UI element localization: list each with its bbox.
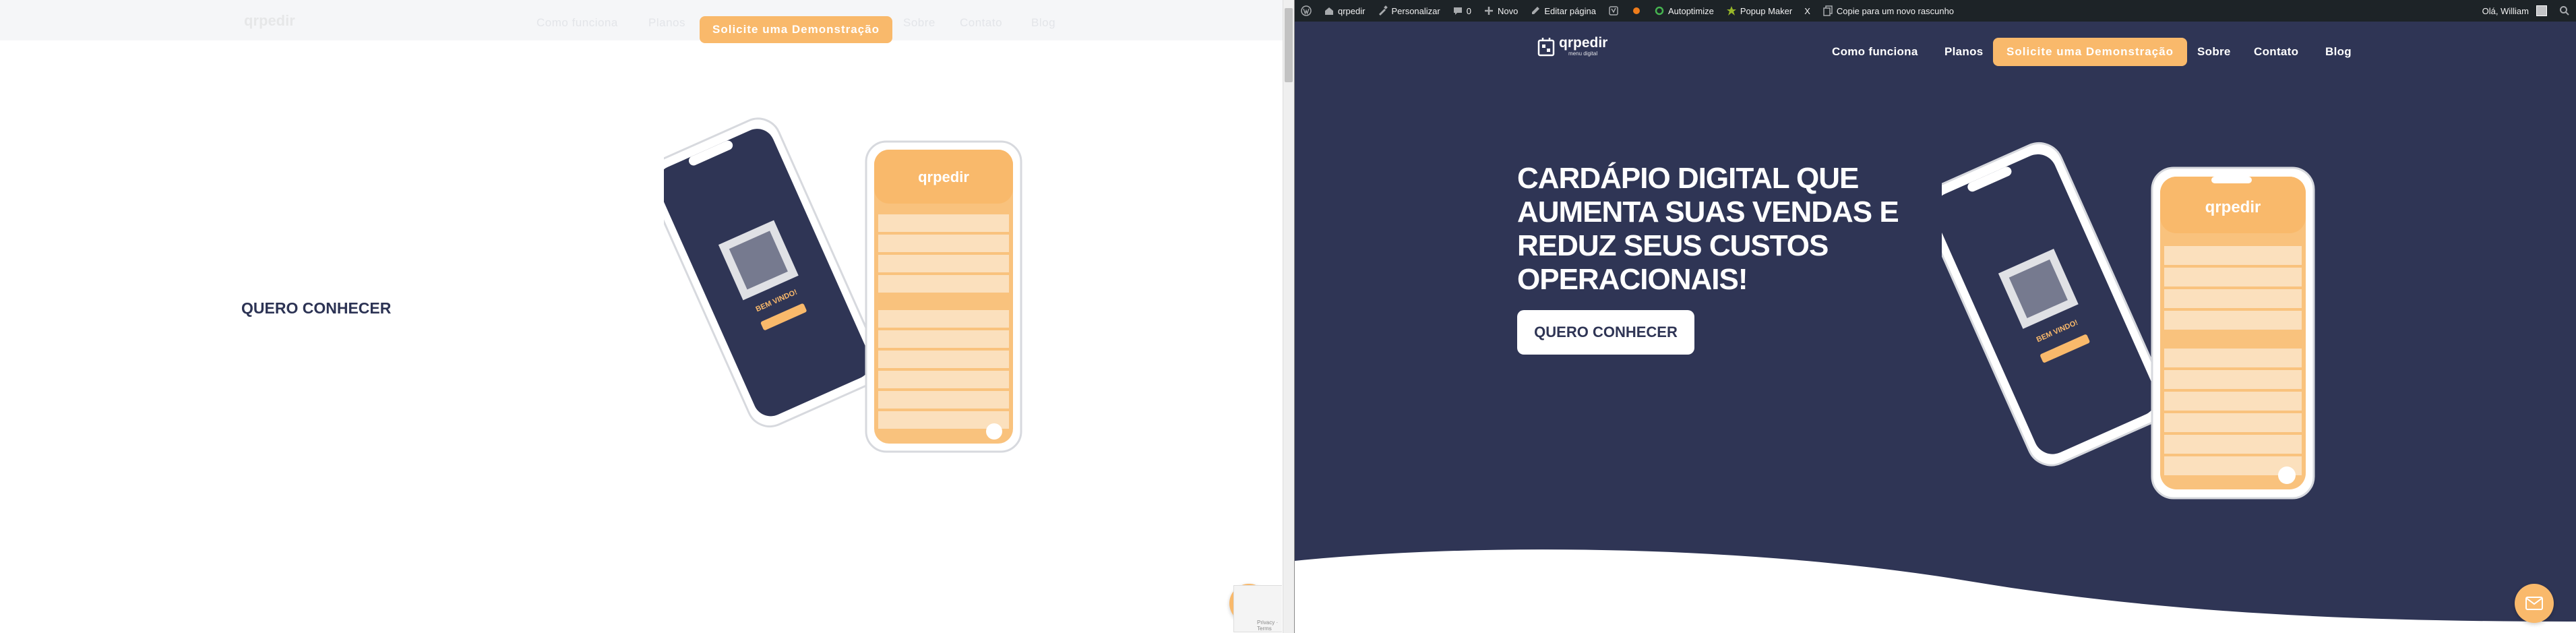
chat-bubble-button[interactable] [2515,584,2554,623]
left-nav-link[interactable]: Blog [1031,16,1055,30]
ab-edit-page-label: Editar página [1544,5,1596,16]
wp-logo-menu[interactable] [1295,0,1318,22]
copy-icon [1823,5,1833,16]
left-phones-mockup: BEM VINDO! qrpedir [664,117,1022,453]
ab-copy-draft-label: Copie para um novo rascunho [1836,5,1955,16]
search-icon [2560,6,2569,16]
hero-headline: CARDÁPIO DIGITAL QUE AUMENTA SUAS VENDAS… [1517,162,1899,296]
ab-popup-maker[interactable]: Popup Maker [1720,0,1798,22]
left-demo-cta-button[interactable]: Solicite uma Demonstração [700,16,892,43]
ab-greeting: Olá, William [2482,5,2529,16]
site-logo-subtitle: menu digital [1568,50,1598,57]
left-phone-logo-text: qrpedir [918,169,969,185]
left-nav-link[interactable]: Planos [648,16,685,30]
hero-wave-divider [1295,549,2576,633]
yoast-icon [1609,6,1618,16]
left-quero-conhecer-link[interactable]: QUERO CONHECER [241,299,391,318]
ab-new-label: Novo [1497,5,1519,16]
left-nav-label: Planos [648,16,685,29]
left-site-header: qrpedir Como funciona Planos Sobre Conta… [0,0,1284,40]
brush-icon [1379,5,1388,16]
ab-customize[interactable]: Personalizar [1371,0,1446,22]
site-logo[interactable]: qrpedir menu digital [1537,36,1607,57]
ab-search[interactable] [2553,0,2576,22]
site-logo-text: qrpedir [1559,34,1608,51]
status-dot-icon [1632,7,1640,14]
left-nav-link[interactable]: Como funciona [536,16,618,30]
nav-sobre[interactable]: Sobre [2197,45,2231,59]
wordpress-logo-icon [1301,5,1312,16]
pencil-icon [1532,7,1540,14]
nav-contato[interactable]: Contato [2254,45,2298,59]
home-icon [1325,7,1333,15]
ab-x-label: X [1804,5,1810,16]
phones-mockup: BEM VINDO! qrpedir [1942,142,2315,500]
mail-icon [2525,597,2543,610]
left-nav-link[interactable]: Sobre [903,16,936,30]
nav-planos[interactable]: Planos [1944,45,1984,59]
plus-icon [1484,7,1493,15]
phone-logo-text: qrpedir [2205,198,2261,216]
nav-blog[interactable]: Blog [2325,45,2352,59]
avatar [2536,5,2547,16]
ab-yoast[interactable] [1602,0,1625,22]
popup-maker-icon [1726,6,1736,16]
ab-popup-maker-label: Popup Maker [1740,5,1793,16]
ab-x[interactable]: X [1798,0,1816,22]
ab-autoptimize-label: Autoptimize [1667,5,1714,16]
ab-autoptimize[interactable]: Autoptimize [1648,0,1720,22]
ab-new[interactable]: Novo [1477,0,1524,22]
autoptimize-icon [1655,6,1664,16]
ab-seo-status[interactable] [1625,0,1648,22]
ab-account[interactable]: Olá, William [2476,0,2553,22]
qr-logo-icon [1537,38,1555,57]
quero-conhecer-button[interactable]: QUERO CONHECER [1517,310,1694,355]
left-nav-link[interactable]: Contato [960,16,1002,30]
nav-como-funciona[interactable]: Como funciona [1832,45,1918,59]
recaptcha-badge: Privacy · Terms [1233,585,1282,632]
left-nav-label: Como funciona [536,16,618,29]
ab-edit-page[interactable]: Editar página [1524,0,1602,22]
ab-site-name[interactable]: qrpedir [1318,0,1371,22]
left-nav-label: Contato [960,16,1003,29]
nav-demo-cta-button[interactable]: Solicite uma Demonstração [1993,38,2187,66]
left-nav-label: Sobre [903,16,936,29]
left-site-logo[interactable]: qrpedir [244,12,298,31]
right-browser-pane: qrpedir menu digital Como funciona Plano… [1295,0,2576,633]
ab-comments-count: 0 [1466,5,1471,16]
ab-copy-draft[interactable]: Copie para um novo rascunho [1816,0,1960,22]
wp-admin-bar: qrpedir Personalizar 0 Novo Editar págin… [1295,0,2576,22]
comment-icon [1453,7,1462,15]
scrollbar-thumb[interactable] [1285,8,1293,82]
left-scrollbar[interactable] [1283,0,1294,633]
left-browser-pane: qrpedir Como funciona Planos Sobre Conta… [0,0,1284,633]
ab-site-name-label: qrpedir [1338,5,1366,16]
ab-comments[interactable]: 0 [1446,0,1477,22]
ab-customize-label: Personalizar [1391,5,1440,16]
hero-section: qrpedir menu digital Como funciona Plano… [1295,22,2576,633]
left-nav-label: Blog [1031,16,1056,29]
